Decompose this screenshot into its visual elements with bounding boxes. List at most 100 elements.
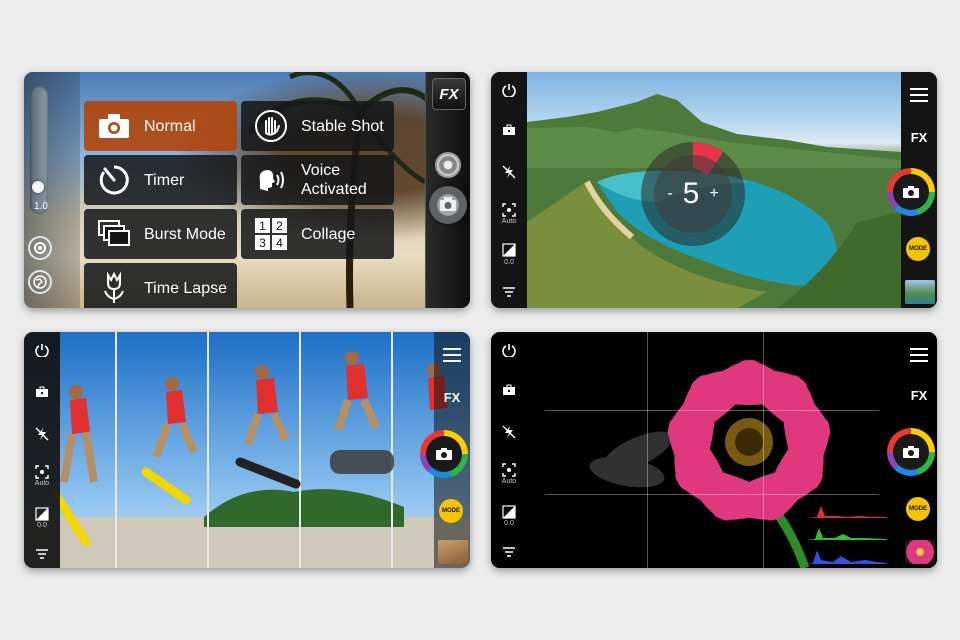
focus-mode-label: Auto	[501, 478, 517, 485]
timer-value: 5	[682, 177, 700, 210]
menu-icon[interactable]	[910, 88, 928, 106]
burst-sequence-preview	[24, 332, 470, 568]
power-icon[interactable]	[33, 342, 51, 358]
mode-collage-label: Collage	[301, 225, 356, 243]
gallery-thumbnail[interactable]	[905, 540, 935, 564]
left-control-bar: Auto 0.0	[24, 332, 60, 568]
mode-voice-activated-button[interactable]: Voice Activated	[241, 155, 394, 205]
histogram	[807, 506, 887, 564]
menu-icon[interactable]	[910, 348, 928, 366]
power-icon[interactable]	[500, 342, 518, 358]
timer-screen: - 5 + Auto 0.0 FX MODE	[491, 72, 937, 308]
zoom-slider[interactable]	[30, 86, 48, 214]
collage-icon: 1 2 3 4	[253, 217, 289, 251]
right-control-bar: FX MODE	[887, 72, 937, 308]
collage-digit: 3	[259, 236, 266, 250]
shutter-button[interactable]	[887, 428, 935, 476]
collage-digit: 2	[276, 219, 283, 233]
mode-collage-button[interactable]: 1 2 3 4 Collage	[241, 209, 394, 259]
grid-line	[545, 410, 879, 411]
right-control-bar: FX MODE	[887, 332, 937, 568]
voice-icon	[253, 163, 289, 197]
exposure-value: 0.0	[504, 259, 514, 266]
exposure-value: 0.0	[37, 522, 47, 529]
camera-icon	[436, 448, 452, 460]
exposure-value: 0.0	[504, 520, 514, 527]
camera-icon	[903, 186, 919, 198]
exposure-icon[interactable]	[500, 242, 518, 258]
adjustments-icon[interactable]	[500, 544, 518, 560]
focus-icon[interactable]	[33, 464, 51, 480]
flower-preview	[527, 332, 901, 568]
left-control-bar: Auto 0.0	[491, 332, 527, 568]
left-control-bar: Auto 0.0	[491, 72, 527, 308]
mode-button[interactable]: MODE	[906, 237, 930, 261]
shutter-button[interactable]	[420, 430, 468, 478]
mode-stable-shot-button[interactable]: Stable Shot	[241, 101, 394, 151]
zoom-value: 1.0	[34, 201, 48, 212]
settings-gear-icon[interactable]	[435, 152, 461, 178]
flash-off-icon[interactable]	[33, 426, 51, 442]
hand-icon	[253, 109, 289, 143]
fx-button[interactable]: FX	[901, 130, 937, 145]
timer-increase-button[interactable]: +	[709, 185, 718, 203]
focus-icon[interactable]	[500, 202, 518, 218]
burst-screen: Auto 0.0 FX MODE	[24, 332, 470, 568]
burst-icon	[96, 217, 132, 251]
camera-icon	[903, 446, 919, 458]
mode-time-lapse-button[interactable]: Time Lapse	[84, 263, 237, 308]
mode-timer-label: Timer	[144, 171, 185, 189]
mode-button[interactable]: MODE	[906, 497, 930, 521]
right-control-bar: FX	[425, 72, 470, 308]
timer-icon	[96, 163, 132, 197]
tulip-icon	[96, 271, 132, 305]
exposure-icon[interactable]	[33, 506, 51, 522]
fx-button[interactable]: FX	[901, 388, 937, 403]
grid-line	[647, 332, 648, 568]
briefcase-icon[interactable]	[500, 122, 518, 138]
mode-time-lapse-label: Time Lapse	[144, 279, 227, 297]
right-control-bar: FX MODE	[420, 332, 470, 568]
focus-mode-label: Auto	[501, 218, 517, 225]
flash-off-icon[interactable]	[500, 424, 518, 440]
aperture-icon[interactable]	[28, 236, 52, 260]
mode-button[interactable]: MODE	[439, 499, 463, 523]
camera-icon	[440, 197, 456, 211]
histogram-screen: Auto 0.0 FX MODE	[491, 332, 937, 568]
zoom-slider-knob[interactable]	[32, 181, 44, 193]
mode-voice-activated-label: Voice Activated	[301, 162, 367, 198]
mode-normal-button[interactable]: Normal	[84, 101, 237, 151]
timer-dial[interactable]: - 5 +	[641, 142, 745, 246]
collage-digit: 4	[276, 236, 283, 250]
adjustments-icon[interactable]	[500, 284, 518, 300]
mode-burst-button[interactable]: Burst Mode	[84, 209, 237, 259]
flash-off-icon[interactable]	[500, 164, 518, 180]
gallery-thumbnail[interactable]	[905, 280, 935, 304]
adjustments-icon[interactable]	[33, 546, 51, 562]
focus-mode-label: Auto	[34, 480, 50, 487]
mode-stable-shot-label: Stable Shot	[301, 117, 384, 135]
timer-control: - 5 +	[654, 155, 732, 233]
globe-icon[interactable]	[28, 270, 52, 294]
mode-menu-screen: 1.0 Normal Stable Shot Timer Voice Activ…	[24, 72, 470, 308]
exposure-icon[interactable]	[500, 504, 518, 520]
mode-normal-label: Normal	[144, 117, 196, 135]
shutter-button[interactable]	[429, 186, 467, 224]
menu-icon[interactable]	[443, 348, 461, 366]
timer-decrease-button[interactable]: -	[667, 185, 672, 203]
grid-line	[545, 494, 879, 495]
power-icon[interactable]	[500, 82, 518, 98]
fx-button[interactable]: FX	[434, 390, 470, 405]
grid-line	[763, 332, 764, 568]
left-control-bar: 1.0	[24, 72, 80, 308]
camera-icon	[96, 109, 132, 143]
gallery-thumbnail[interactable]	[438, 540, 468, 564]
briefcase-icon[interactable]	[33, 384, 51, 400]
fx-button[interactable]: FX	[432, 78, 466, 110]
shutter-button[interactable]	[887, 168, 935, 216]
burst-board-overlay	[330, 450, 394, 474]
focus-icon[interactable]	[500, 462, 518, 478]
collage-digit: 1	[259, 219, 266, 233]
briefcase-icon[interactable]	[500, 382, 518, 398]
mode-timer-button[interactable]: Timer	[84, 155, 237, 205]
